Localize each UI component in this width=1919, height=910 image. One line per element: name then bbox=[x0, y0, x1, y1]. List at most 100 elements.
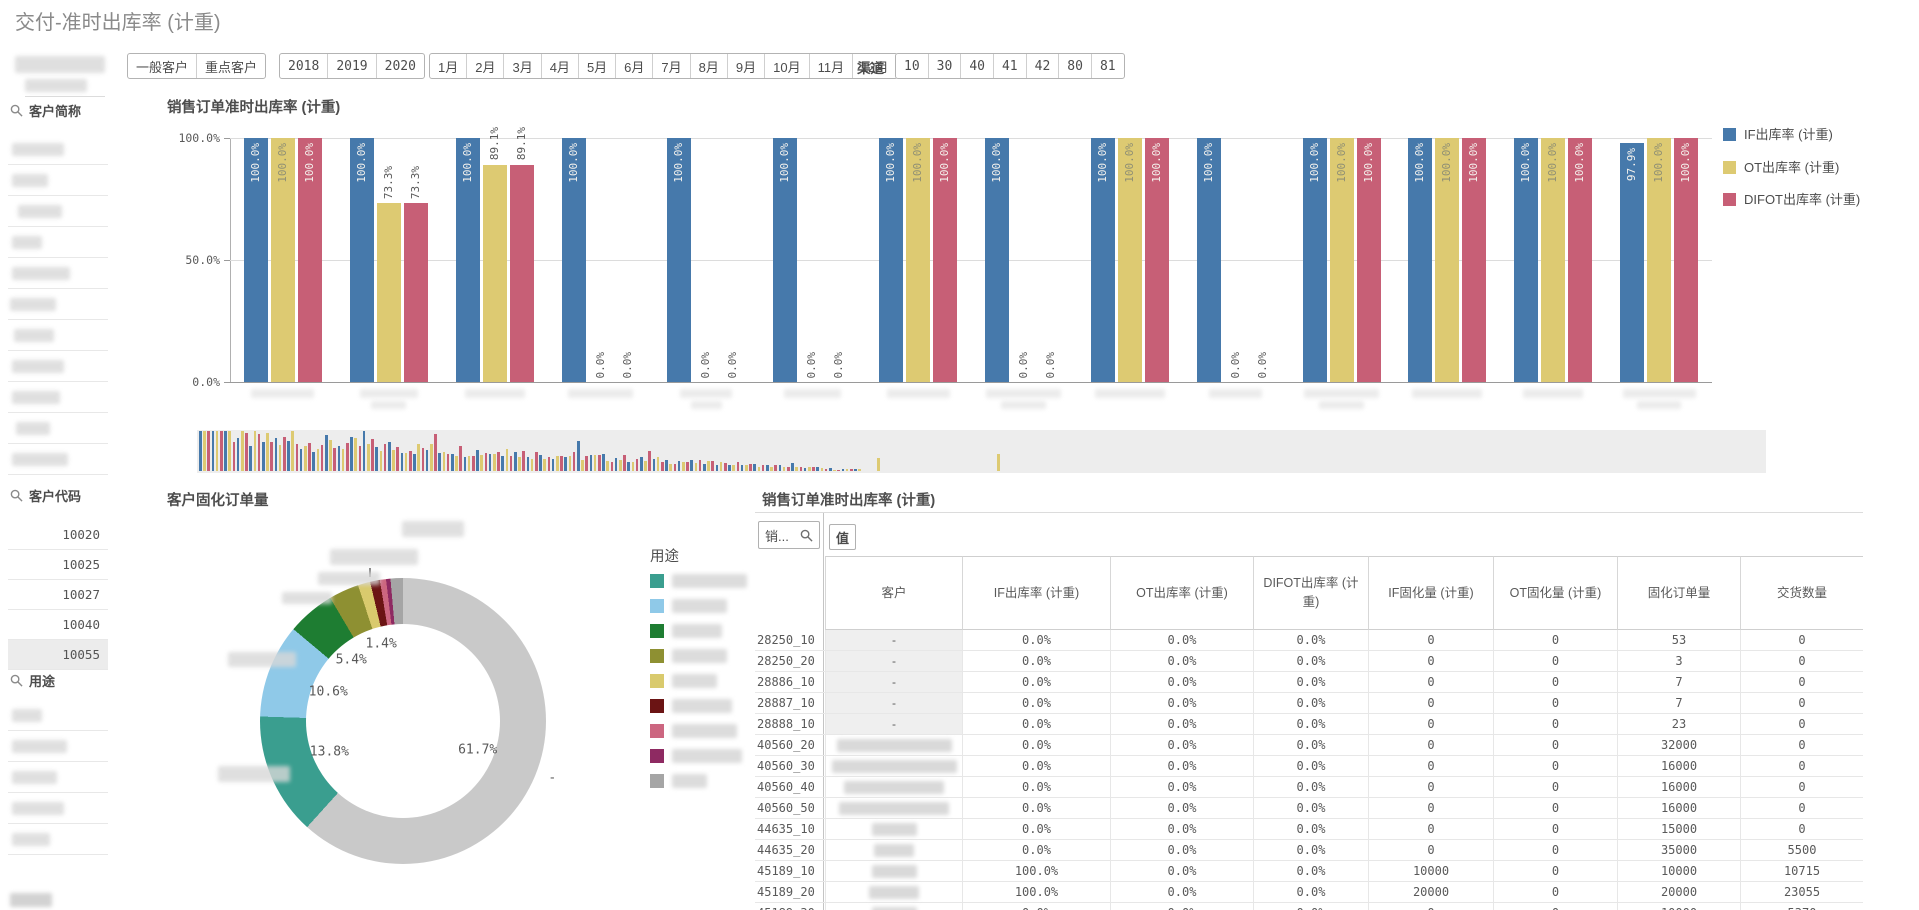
table-cell-difot_rate[interactable]: 0.0% bbox=[1253, 861, 1368, 882]
filter-year-2019[interactable]: 2019 bbox=[327, 54, 375, 78]
table-cell-ot_rate[interactable]: 0.0% bbox=[1110, 819, 1253, 840]
customer-name-item[interactable] bbox=[8, 289, 108, 320]
table-cell-ot_fix[interactable]: 0 bbox=[1493, 714, 1617, 735]
customer-name-item[interactable] bbox=[8, 413, 108, 444]
table-cell-deliver_qty[interactable]: 10715 bbox=[1740, 861, 1863, 882]
table-cell-customer[interactable] bbox=[825, 903, 962, 910]
table-cell-difot_rate[interactable]: 0.0% bbox=[1253, 714, 1368, 735]
table-cell-id[interactable]: 40560_40 bbox=[755, 777, 825, 798]
filter-year-2020[interactable]: 2020 bbox=[376, 54, 424, 78]
value-button[interactable]: 值 bbox=[829, 524, 856, 550]
table-cell-customer[interactable]: - bbox=[825, 714, 962, 735]
table-cell-ot_rate[interactable]: 0.0% bbox=[1110, 882, 1253, 903]
table-cell-fix_qty[interactable]: 16000 bbox=[1617, 777, 1740, 798]
table-cell-if_rate[interactable]: 100.0% bbox=[962, 861, 1110, 882]
table-cell-deliver_qty[interactable]: 5500 bbox=[1740, 840, 1863, 861]
table-cell-fix_qty[interactable]: 53 bbox=[1617, 630, 1740, 651]
table-cell-id[interactable]: 28887_10 bbox=[755, 693, 825, 714]
table-cell-if_fix[interactable]: 0 bbox=[1368, 798, 1493, 819]
table-cell-id[interactable]: 45189_30 bbox=[755, 903, 825, 910]
table-cell-id[interactable]: 28888_10 bbox=[755, 714, 825, 735]
filter-channel-81[interactable]: 81 bbox=[1091, 54, 1124, 78]
table-cell-if_rate[interactable]: 0.0% bbox=[962, 630, 1110, 651]
blurred-filter-chip[interactable] bbox=[15, 56, 105, 73]
filter-channel-10[interactable]: 10 bbox=[896, 54, 928, 78]
table-header-if_rate[interactable]: IF出库率 (计重) bbox=[962, 556, 1110, 630]
table-cell-if_fix[interactable]: 10000 bbox=[1368, 861, 1493, 882]
filter-month-11月[interactable]: 11月 bbox=[809, 54, 853, 78]
table-cell-deliver_qty[interactable]: 0 bbox=[1740, 693, 1863, 714]
table-cell-deliver_qty[interactable]: 0 bbox=[1740, 714, 1863, 735]
table-cell-ot_rate[interactable]: 0.0% bbox=[1110, 672, 1253, 693]
table-cell-if_rate[interactable]: 0.0% bbox=[962, 819, 1110, 840]
table-cell-id[interactable]: 28250_20 bbox=[755, 651, 825, 672]
table-cell-customer[interactable] bbox=[825, 840, 962, 861]
filter-channel-30[interactable]: 30 bbox=[928, 54, 961, 78]
table-cell-difot_rate[interactable]: 0.0% bbox=[1253, 840, 1368, 861]
table-cell-difot_rate[interactable]: 0.0% bbox=[1253, 735, 1368, 756]
table-cell-if_fix[interactable]: 0 bbox=[1368, 777, 1493, 798]
donut-legend-item[interactable] bbox=[650, 599, 727, 613]
table-cell-ot_rate[interactable]: 0.0% bbox=[1110, 651, 1253, 672]
bar-ot-group-3[interactable] bbox=[483, 165, 507, 382]
donut-legend-item[interactable] bbox=[650, 624, 722, 638]
table-cell-deliver_qty[interactable]: 0 bbox=[1740, 777, 1863, 798]
table-cell-fix_qty[interactable]: 3 bbox=[1617, 651, 1740, 672]
table-cell-id[interactable]: 44635_20 bbox=[755, 840, 825, 861]
bar-difot-group-3[interactable] bbox=[510, 165, 534, 382]
table-cell-if_rate[interactable]: 0.0% bbox=[962, 693, 1110, 714]
blurred-usage-item[interactable] bbox=[10, 893, 52, 907]
customer-name-item[interactable] bbox=[8, 382, 108, 413]
filter-month-8月[interactable]: 8月 bbox=[690, 54, 727, 78]
table-cell-fix_qty[interactable]: 16000 bbox=[1617, 798, 1740, 819]
table-cell-if_fix[interactable]: 0 bbox=[1368, 735, 1493, 756]
table-cell-deliver_qty[interactable]: 0 bbox=[1740, 756, 1863, 777]
table-cell-difot_rate[interactable]: 0.0% bbox=[1253, 903, 1368, 910]
table-header-fix_qty[interactable]: 固化订单量 bbox=[1617, 556, 1740, 630]
filter-month-4月[interactable]: 4月 bbox=[541, 54, 578, 78]
table-cell-if_rate[interactable]: 0.0% bbox=[962, 840, 1110, 861]
table-cell-difot_rate[interactable]: 0.0% bbox=[1253, 798, 1368, 819]
table-cell-id[interactable]: 45189_10 bbox=[755, 861, 825, 882]
table-header-deliver_qty[interactable]: 交货数量 bbox=[1740, 556, 1863, 630]
table-cell-fix_qty[interactable]: 20000 bbox=[1617, 882, 1740, 903]
donut-legend-item[interactable] bbox=[650, 649, 727, 663]
table-cell-ot_rate[interactable]: 0.0% bbox=[1110, 756, 1253, 777]
table-cell-fix_qty[interactable]: 7 bbox=[1617, 693, 1740, 714]
table-cell-customer[interactable] bbox=[825, 819, 962, 840]
customer-name-item[interactable] bbox=[8, 196, 108, 227]
customer-code-item-10020[interactable]: 10020 bbox=[8, 520, 108, 550]
table-cell-if_fix[interactable]: 0 bbox=[1368, 840, 1493, 861]
filter-channel-80[interactable]: 80 bbox=[1058, 54, 1091, 78]
table-cell-id[interactable]: 40560_30 bbox=[755, 756, 825, 777]
table-cell-ot_fix[interactable]: 0 bbox=[1493, 756, 1617, 777]
customer-code-item-10040[interactable]: 10040 bbox=[8, 610, 108, 640]
customer-code-item-10027[interactable]: 10027 bbox=[8, 580, 108, 610]
table-cell-ot_fix[interactable]: 0 bbox=[1493, 735, 1617, 756]
table-cell-customer[interactable]: - bbox=[825, 630, 962, 651]
table-cell-customer[interactable]: - bbox=[825, 693, 962, 714]
table-cell-fix_qty[interactable]: 10000 bbox=[1617, 903, 1740, 910]
table-cell-ot_fix[interactable]: 0 bbox=[1493, 840, 1617, 861]
table-cell-if_fix[interactable]: 0 bbox=[1368, 651, 1493, 672]
table-cell-if_rate[interactable]: 100.0% bbox=[962, 882, 1110, 903]
customer-name-item[interactable] bbox=[8, 134, 108, 165]
table-header-difot_rate[interactable]: DIFOT出库率 (计重) bbox=[1253, 556, 1368, 630]
usage-item[interactable] bbox=[8, 824, 108, 855]
table-cell-ot_rate[interactable]: 0.0% bbox=[1110, 735, 1253, 756]
table-cell-ot_fix[interactable]: 0 bbox=[1493, 903, 1617, 910]
table-cell-customer[interactable] bbox=[825, 756, 962, 777]
usage-item[interactable] bbox=[8, 700, 108, 731]
table-cell-deliver_qty[interactable]: 0 bbox=[1740, 630, 1863, 651]
legend-item-if[interactable]: IF出库率 (计重) bbox=[1723, 126, 1883, 144]
table-cell-ot_rate[interactable]: 0.0% bbox=[1110, 840, 1253, 861]
customer-name-item[interactable] bbox=[8, 320, 108, 351]
table-cell-id[interactable]: 40560_50 bbox=[755, 798, 825, 819]
table-cell-difot_rate[interactable]: 0.0% bbox=[1253, 672, 1368, 693]
table-cell-customer[interactable] bbox=[825, 798, 962, 819]
table-cell-fix_qty[interactable]: 32000 bbox=[1617, 735, 1740, 756]
filter-month-6月[interactable]: 6月 bbox=[615, 54, 652, 78]
table-cell-if_rate[interactable]: 0.0% bbox=[962, 672, 1110, 693]
table-cell-ot_fix[interactable]: 0 bbox=[1493, 693, 1617, 714]
filter-month-2月[interactable]: 2月 bbox=[466, 54, 503, 78]
